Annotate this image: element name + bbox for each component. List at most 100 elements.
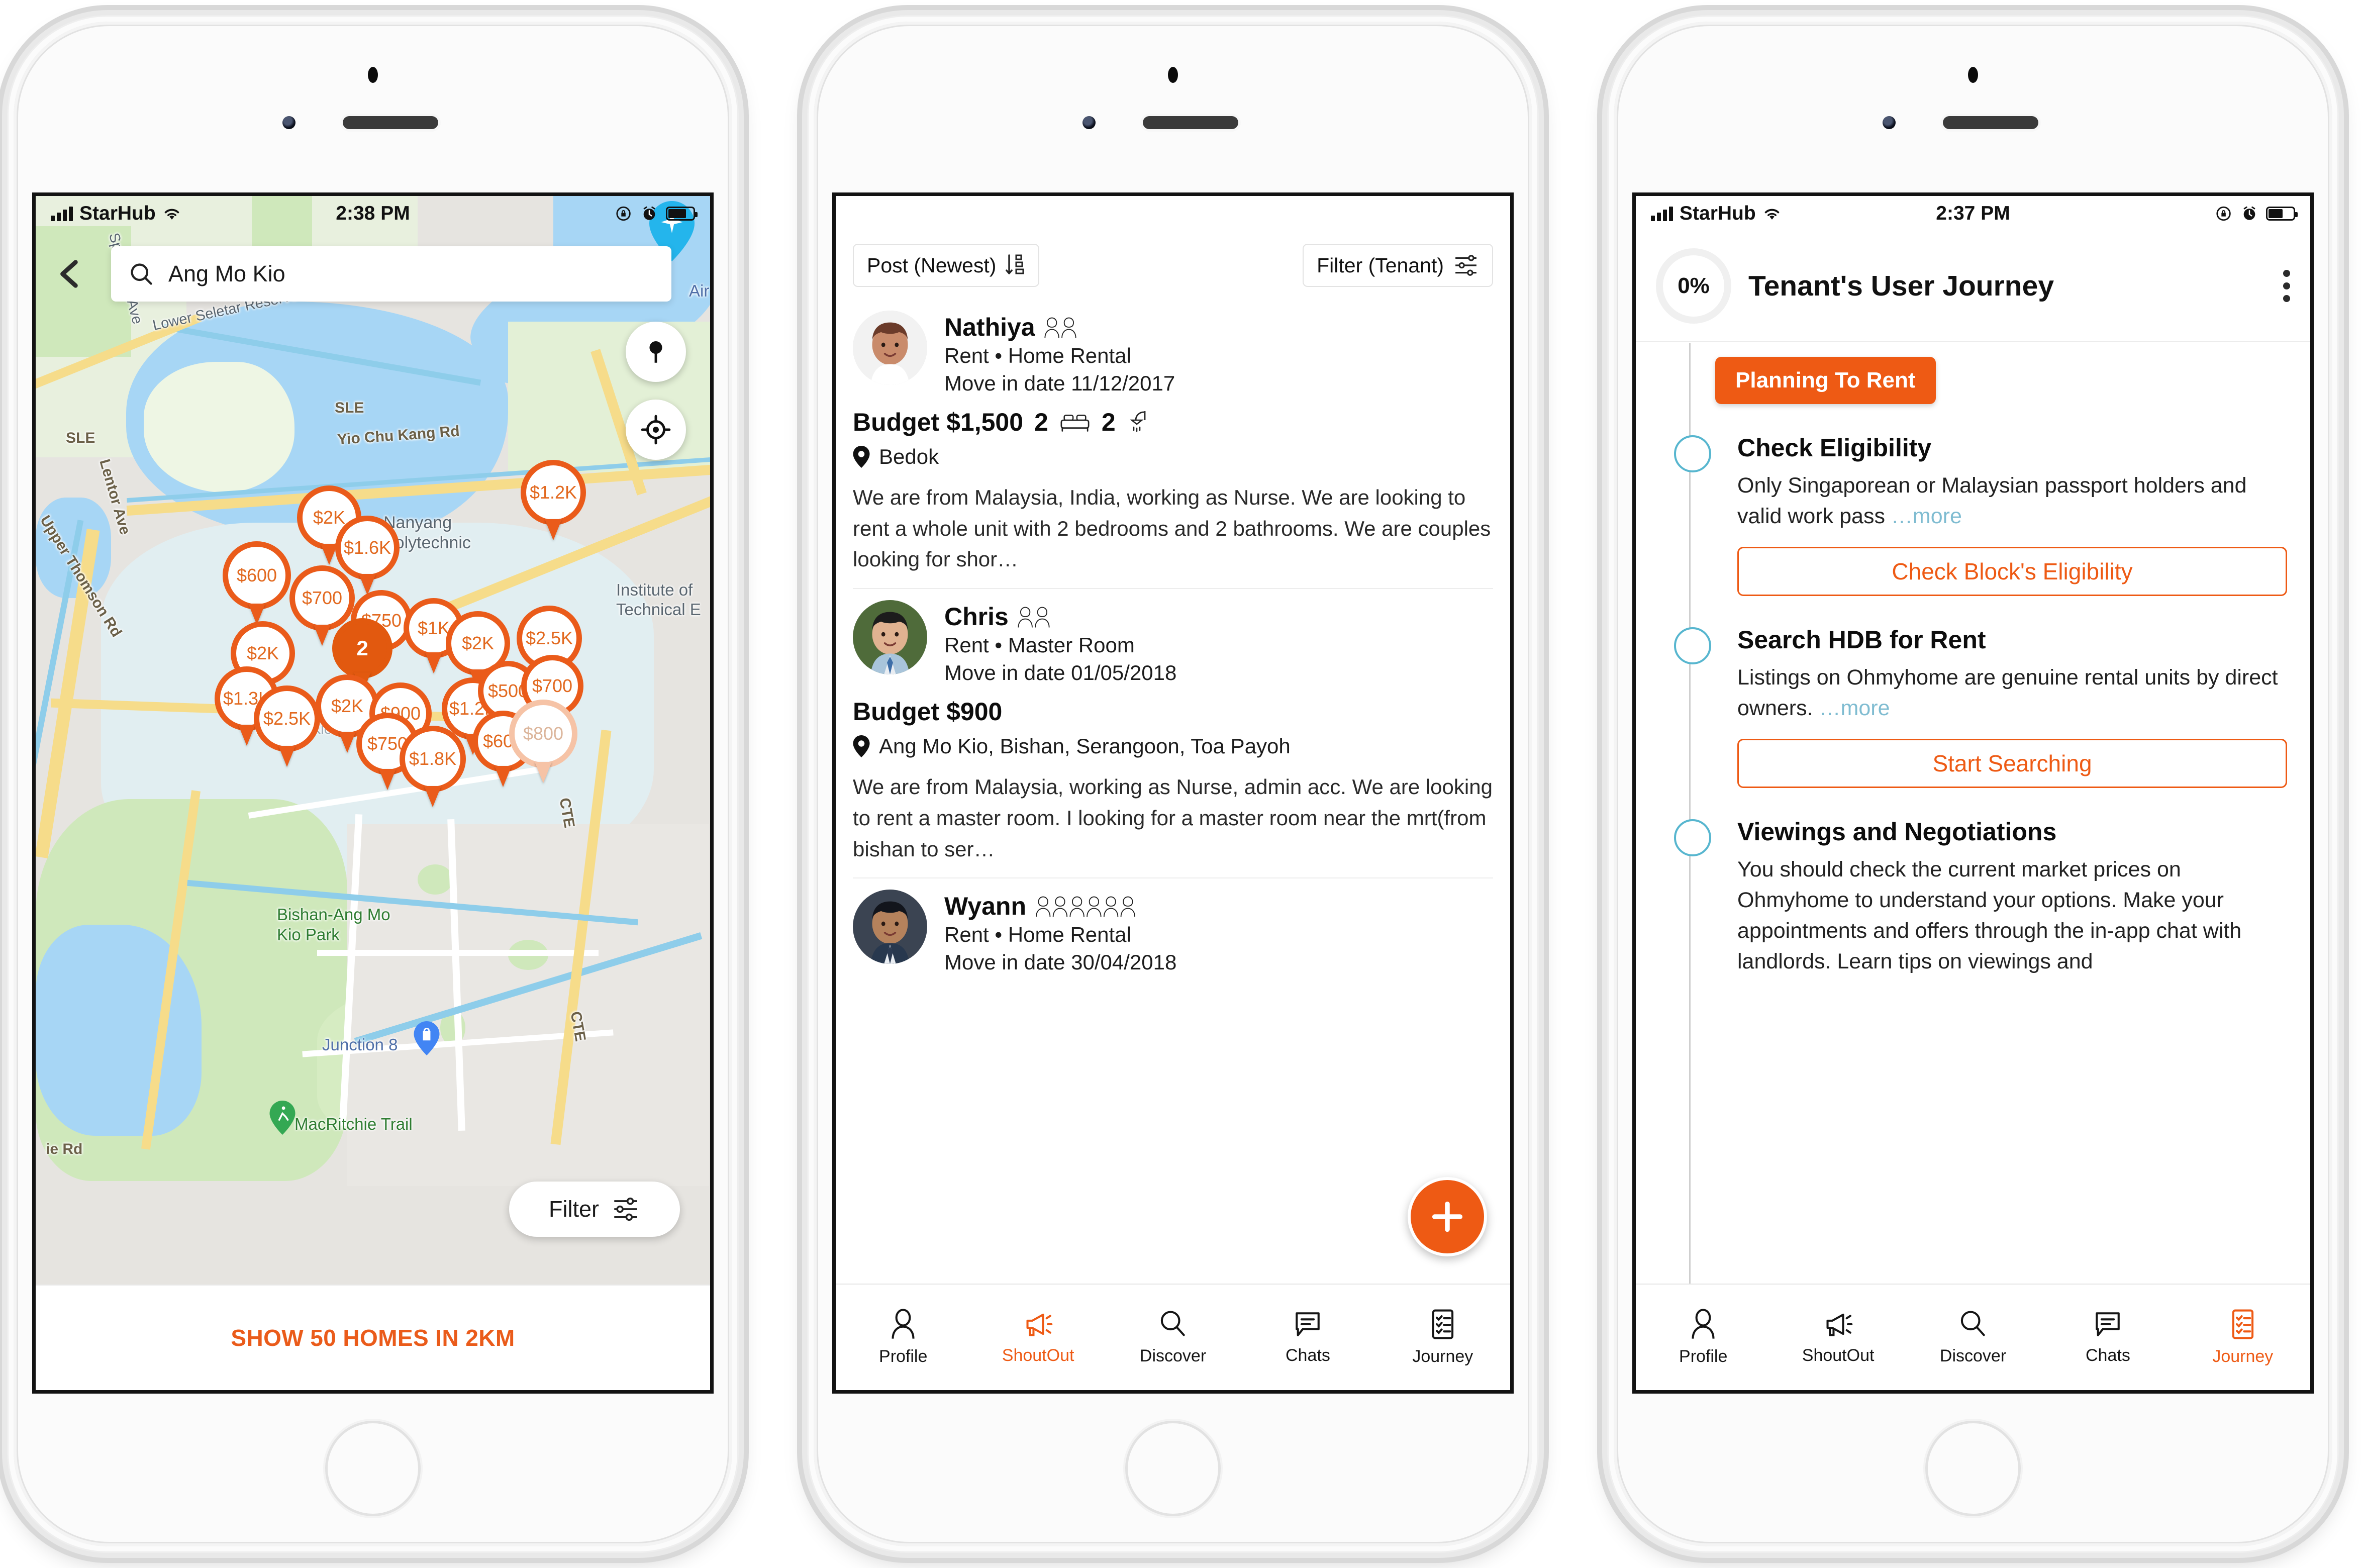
bottom-tab-bar[interactable]: Profile ShoutOut Discover Chats Journey xyxy=(1636,1284,2310,1390)
tab-shoutout[interactable]: ShoutOut xyxy=(1770,1285,1905,1390)
earpiece-speaker xyxy=(343,116,438,129)
sort-label: Post (Newest) xyxy=(867,253,997,277)
home-button[interactable] xyxy=(1925,1421,2021,1516)
post-meta: Nathiya Rent • Home Rental Move in date … xyxy=(944,311,1175,397)
journey-step[interactable]: Check Eligibility Only Singaporean or Ma… xyxy=(1674,433,2310,597)
phone-frame-shoutout: Post (Newest) Filter (Tenant) Nathiya Re… xyxy=(807,15,1539,1553)
map-filter-button[interactable]: Filter xyxy=(509,1182,680,1237)
poi-trail-icon xyxy=(269,1101,296,1135)
journey-steps[interactable]: Check Eligibility Only Singaporean or Ma… xyxy=(1674,433,2310,977)
map-price-pin[interactable]: $800 xyxy=(509,700,577,768)
locate-me-button[interactable] xyxy=(626,400,686,460)
home-button[interactable] xyxy=(325,1421,421,1516)
post-move-in-date: Move in date 11/12/2017 xyxy=(944,371,1175,395)
map-price-pin-label: 2 xyxy=(332,618,392,678)
screen-map: Lentor Ave Lower Seletar Reservoir Sprin… xyxy=(32,192,714,1394)
tab-journey[interactable]: Journey xyxy=(2176,1285,2310,1390)
rotation-lock-icon xyxy=(2216,206,2231,221)
shoutout-post-list[interactable]: Nathiya Rent • Home Rental Move in date … xyxy=(836,300,1510,1284)
tab-label: Journey xyxy=(2212,1346,2274,1366)
tab-profile[interactable]: Profile xyxy=(836,1285,970,1390)
map-price-pin[interactable]: $2.5K xyxy=(254,685,320,752)
crosshair-icon xyxy=(641,415,671,445)
tab-chats[interactable]: Chats xyxy=(1240,1285,1375,1390)
tab-journey[interactable]: Journey xyxy=(1375,1285,1510,1390)
create-post-button[interactable] xyxy=(1408,1177,1487,1256)
post-header: Nathiya Rent • Home Rental Move in date … xyxy=(853,311,1493,397)
filter-label: Filter (Tenant) xyxy=(1317,253,1444,277)
map-price-pin-label: $1.2K xyxy=(521,460,586,525)
journey-step[interactable]: Viewings and Negotiations You should che… xyxy=(1674,817,2310,977)
avatar-portrait xyxy=(853,311,927,385)
search-input[interactable]: Ang Mo Kio xyxy=(111,246,671,302)
step-action-button[interactable]: Check Block's Eligibility xyxy=(1737,547,2287,597)
front-camera xyxy=(1883,116,1896,129)
sliders-icon xyxy=(1455,255,1476,276)
map-canvas[interactable]: Lentor Ave Lower Seletar Reservoir Sprin… xyxy=(36,196,710,1285)
avatar[interactable] xyxy=(853,311,927,385)
shoutout-post[interactable]: Chris Rent • Master Room Move in date 01… xyxy=(836,589,1510,864)
step-title: Search HDB for Rent xyxy=(1737,626,1986,654)
location-pin-icon xyxy=(853,446,870,468)
map-label: Institute of Technical E xyxy=(616,580,701,619)
post-location: Ang Mo Kio, Bishan, Serangoon, Toa Payoh xyxy=(853,734,1493,758)
step-action-button[interactable]: Start Searching xyxy=(1737,739,2287,789)
rotation-lock-icon xyxy=(616,206,631,221)
journey-timeline[interactable]: Planning To Rent Check Eligibility Only … xyxy=(1636,343,2310,1284)
more-link[interactable]: …more xyxy=(1819,696,1890,720)
journey-header: 0% Tenant's User Journey xyxy=(1636,231,2310,342)
post-header: Chris Rent • Master Room Move in date 01… xyxy=(853,600,1493,686)
bed-icon xyxy=(1060,415,1090,432)
step-status-dot[interactable] xyxy=(1674,627,1711,665)
megaphone-icon xyxy=(1026,1313,1052,1336)
post-meta: Chris Rent • Master Room Move in date 01… xyxy=(944,600,1176,686)
show-homes-button[interactable]: SHOW 50 HOMES IN 2KM xyxy=(36,1285,710,1390)
earpiece-speaker xyxy=(1943,116,2038,129)
post-type: Rent • Home Rental xyxy=(944,344,1131,367)
tab-discover[interactable]: Discover xyxy=(1106,1285,1240,1390)
post-author-name: Nathiya xyxy=(944,313,1175,342)
journey-step[interactable]: Search HDB for Rent Listings on Ohmyhome… xyxy=(1674,625,2310,789)
clock-label: 2:38 PM xyxy=(336,203,410,224)
shower-icon xyxy=(1129,411,1146,432)
shoutout-post[interactable]: Wyann Rent • Home Rental Move in date 30… xyxy=(836,878,1510,975)
avatar[interactable] xyxy=(853,890,927,964)
map-price-pin[interactable]: $600 xyxy=(223,541,291,610)
alarm-clock-icon xyxy=(2243,206,2255,220)
step-status-dot[interactable] xyxy=(1674,435,1711,472)
step-status-dot[interactable] xyxy=(1674,819,1711,857)
magnifier-icon xyxy=(1160,1310,1185,1336)
back-chevron-icon[interactable] xyxy=(55,258,86,289)
kebab-menu-icon[interactable] xyxy=(2283,270,2290,302)
bottom-tab-bar[interactable]: Profile ShoutOut Discover Chats Journey xyxy=(836,1284,1510,1390)
post-location: Bedok xyxy=(853,445,1493,469)
map-label: Junction 8 xyxy=(322,1035,398,1054)
avatar[interactable] xyxy=(853,600,927,675)
map-pin-icon xyxy=(649,341,662,363)
post-budget: Budget $900 xyxy=(853,698,1003,726)
battery-icon xyxy=(2266,207,2298,221)
tab-profile[interactable]: Profile xyxy=(1636,1285,1770,1390)
screen-shoutout: Post (Newest) Filter (Tenant) Nathiya Re… xyxy=(832,192,1514,1394)
home-button[interactable] xyxy=(1125,1421,1221,1516)
tab-discover[interactable]: Discover xyxy=(1906,1285,2040,1390)
post-move-in-date: Move in date 30/04/2018 xyxy=(944,950,1177,974)
tab-label: Discover xyxy=(1139,1346,1207,1365)
tab-chats[interactable]: Chats xyxy=(2040,1285,2175,1390)
filter-button[interactable]: Filter (Tenant) xyxy=(1303,244,1493,287)
map-price-pin[interactable]: 2 xyxy=(332,618,392,678)
post-meta: Wyann Rent • Home Rental Move in date 30… xyxy=(944,890,1176,975)
step-description: Listings on Ohmyhome are genuine rental … xyxy=(1737,665,2278,721)
proximity-sensor xyxy=(1168,67,1178,83)
tab-shoutout[interactable]: ShoutOut xyxy=(970,1285,1105,1390)
three-phone-mockup: Lentor Ave Lower Seletar Reservoir Sprin… xyxy=(0,0,2364,1568)
poi-shopping-icon xyxy=(414,1021,440,1055)
clock-label: 2:37 PM xyxy=(1936,203,2010,224)
drop-pin-button[interactable] xyxy=(626,322,686,382)
map-price-pin[interactable]: $1.2K xyxy=(521,460,586,525)
step-description: You should check the current market pric… xyxy=(1737,857,2242,974)
more-link[interactable]: …more xyxy=(1891,504,1962,528)
screen-journey: StarHub 2:37 PM 0% Tenant's User Journey… xyxy=(1632,192,2314,1394)
shoutout-post[interactable]: Nathiya Rent • Home Rental Move in date … xyxy=(836,300,1510,575)
sort-button[interactable]: Post (Newest) xyxy=(853,244,1040,287)
